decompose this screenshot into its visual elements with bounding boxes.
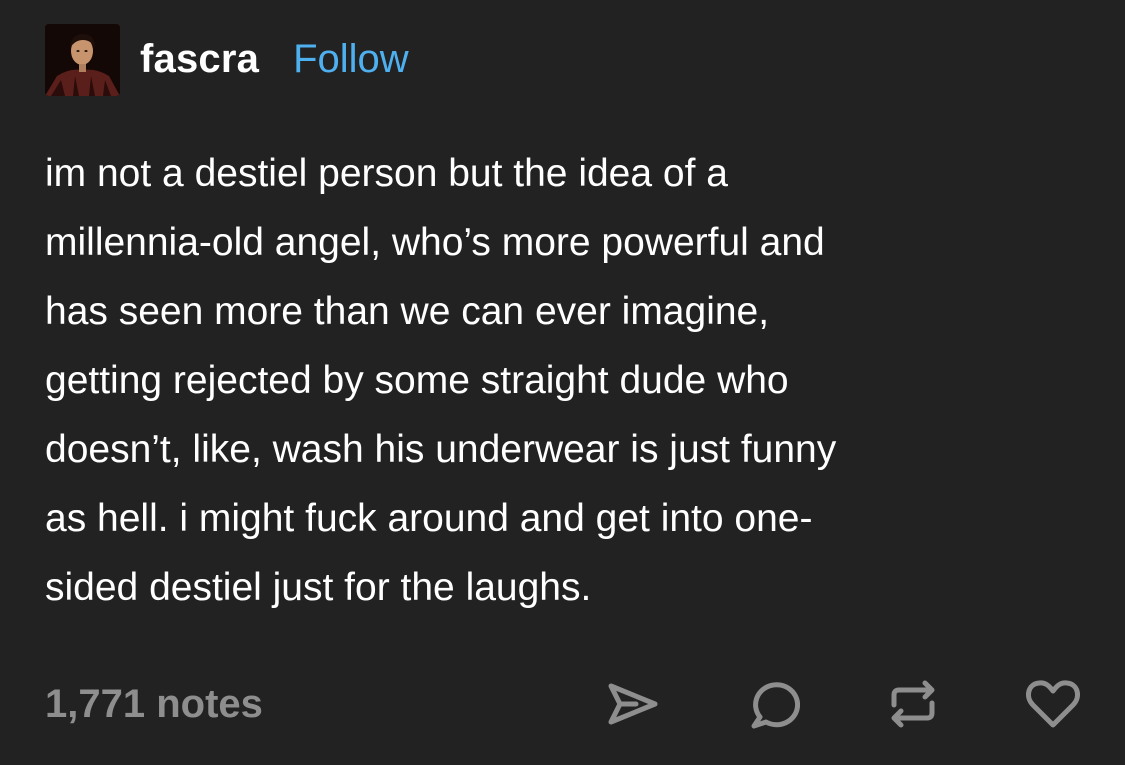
share-button[interactable] — [603, 674, 663, 734]
post-body-line: doesn’t, like, wash his underwear is jus… — [45, 428, 837, 471]
follow-button[interactable]: Follow — [293, 37, 409, 82]
post-body-line: has seen more than we can ever imagine, — [45, 290, 770, 333]
notes-count[interactable]: 1,771 notes — [45, 682, 263, 727]
user-avatar-icon — [45, 24, 120, 96]
reblog-icon — [891, 680, 935, 728]
post-body-line: sided destiel just for the laughs. — [45, 566, 592, 609]
post-actions — [603, 674, 1083, 734]
like-button[interactable] — [1023, 674, 1083, 734]
username[interactable]: fascra — [140, 37, 259, 82]
like-heart-icon — [1025, 680, 1081, 728]
reblog-button[interactable] — [883, 674, 943, 734]
avatar[interactable] — [45, 24, 120, 96]
share-icon — [608, 683, 658, 725]
post-body-line: as hell. i might fuck around and get int… — [45, 497, 813, 540]
post-body-line: im not a destiel person but the idea of … — [45, 152, 728, 195]
reply-button[interactable] — [743, 674, 803, 734]
reply-icon — [751, 682, 800, 729]
post-body-line: getting rejected by some straight dude w… — [45, 359, 789, 402]
post-body: im not a destiel person but the idea of … — [45, 139, 1085, 622]
post-body-line: millennia-old angel, who’s more powerful… — [45, 221, 825, 264]
post-footer: 1,771 notes — [45, 672, 1083, 736]
post-header: fascra Follow — [45, 24, 409, 96]
